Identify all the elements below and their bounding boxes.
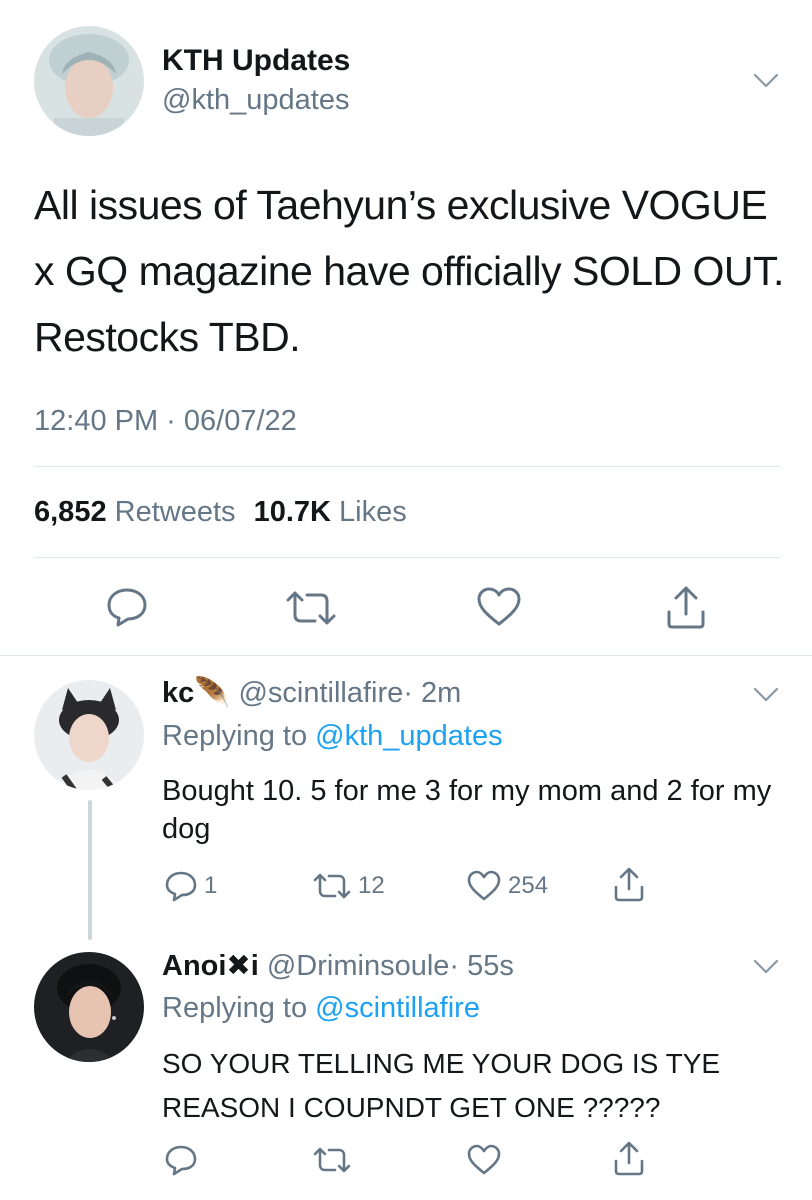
retweets-count[interactable]: 6,852 xyxy=(34,496,107,528)
reply-header: Anoi✖i @Driminsoule· 55s xyxy=(162,948,514,983)
chevron-down-icon[interactable] xyxy=(752,686,780,704)
like-icon xyxy=(467,870,501,901)
replying-mention[interactable]: @scintillafire xyxy=(315,992,480,1024)
reply-time[interactable]: · 2m xyxy=(403,677,461,709)
like-count: 254 xyxy=(508,872,549,899)
avatar[interactable] xyxy=(34,26,144,136)
likes-label[interactable]: Likes xyxy=(339,496,407,528)
reply-icon[interactable] xyxy=(104,586,150,628)
likes-count[interactable]: 10.7K xyxy=(254,496,331,528)
divider xyxy=(34,466,780,467)
reply-button[interactable]: 1 xyxy=(164,870,217,902)
replying-to: Replying to @scintillafire xyxy=(162,992,480,1025)
author-handle[interactable]: @scintillafire xyxy=(238,677,403,709)
retweet-button[interactable]: 12 xyxy=(312,872,385,900)
retweet-icon xyxy=(313,873,351,899)
replying-label: Replying to xyxy=(162,720,308,752)
chevron-down-icon[interactable] xyxy=(752,72,780,90)
retweet-count: 12 xyxy=(358,872,385,899)
author-name[interactable]: KTH Updates xyxy=(162,44,350,78)
like-button[interactable]: 254 xyxy=(466,870,548,902)
divider xyxy=(34,557,780,558)
separator xyxy=(0,655,812,656)
replying-to: Replying to @kth_updates xyxy=(162,720,503,753)
like-icon[interactable] xyxy=(476,586,522,628)
share-icon[interactable] xyxy=(612,1140,646,1176)
author-name[interactable]: Anoi✖i xyxy=(162,950,259,982)
share-icon[interactable] xyxy=(664,584,708,630)
author-handle[interactable]: @Driminsoule xyxy=(267,950,450,982)
share-icon[interactable] xyxy=(612,866,646,902)
tweet-stats: 6,852 Retweets 10.7K Likes xyxy=(34,496,417,529)
like-icon[interactable] xyxy=(466,1144,502,1176)
reply-count: 1 xyxy=(204,872,218,899)
reply-text: SO YOUR TELLING ME YOUR DOG IS TYE REASO… xyxy=(162,1048,721,1123)
reply-icon xyxy=(165,871,197,902)
retweets-label[interactable]: Retweets xyxy=(115,496,236,528)
tweet-timestamp[interactable]: 12:40 PM · 06/07/22 xyxy=(34,405,297,438)
retweet-icon[interactable] xyxy=(284,590,338,626)
reply-text: Bought 10. 5 for me 3 for my mom and 2 f… xyxy=(162,775,772,845)
chevron-down-icon[interactable] xyxy=(752,958,780,976)
avatar[interactable] xyxy=(34,952,144,1062)
feather-emoji: 🪶 xyxy=(194,677,231,709)
replying-label: Replying to xyxy=(162,992,308,1024)
tweet-text: All issues of Taehyun’s exclusive VOGUE … xyxy=(34,182,784,360)
avatar[interactable] xyxy=(34,680,144,790)
reply-time[interactable]: · 55s xyxy=(449,950,513,982)
retweet-icon[interactable] xyxy=(312,1146,352,1174)
author-handle[interactable]: @kth_updates xyxy=(162,84,349,117)
replying-mention[interactable]: @kth_updates xyxy=(315,720,502,752)
reply-header: kc🪶 @scintillafire· 2m xyxy=(162,676,461,710)
author-name[interactable]: kc xyxy=(162,677,194,709)
reply-icon[interactable] xyxy=(164,1144,198,1176)
thread-line xyxy=(88,800,92,940)
